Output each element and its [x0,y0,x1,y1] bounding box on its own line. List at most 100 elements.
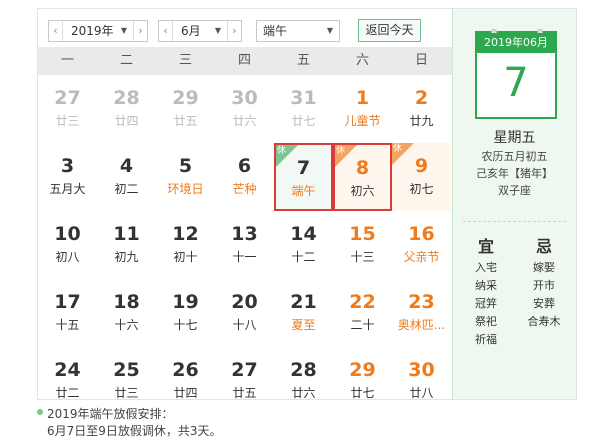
month-value[interactable]: 6月 ▼ [175,21,225,41]
day-lunar-label: 芒种 [232,182,257,196]
day-cell[interactable]: 16 父亲节 [392,211,451,279]
chevron-down-icon: ▼ [214,26,221,35]
weekday-label: 一 [60,53,74,68]
yi-item: 冠笄 [475,297,497,310]
day-number: 9 [414,155,429,177]
detail-lunar: 农历五月初五 [481,150,548,163]
day-cell[interactable]: 13 十一 [215,211,274,279]
day-cell[interactable]: 23 奥林匹... [392,279,451,347]
day-cell[interactable]: 31 廿七 [274,75,333,143]
day-number: 20 [231,291,258,313]
day-lunar-label: 初六 [350,184,375,198]
next-year-icon[interactable]: › [133,21,147,41]
yi-item: 祈福 [475,333,497,346]
day-cell[interactable]: 29 廿七 [333,347,392,399]
day-cell[interactable]: 22 二十 [333,279,392,347]
day-number: 27 [54,87,81,109]
day-lunar-label: 廿九 [409,114,434,128]
festival-value: 端午 [263,24,288,38]
day-cell[interactable]: 30 廿八 [392,347,451,400]
day-cell[interactable]: 休 8 初六 [333,143,392,211]
month-select[interactable]: ‹ 6月 ▼ › [158,20,242,42]
day-cell[interactable]: 休 9 初七 [392,143,451,211]
day-cell[interactable]: 5 环境日 [156,143,215,211]
day-cell[interactable]: 25 廿三 [97,347,156,399]
day-cell[interactable]: 14 十二 [274,211,333,279]
detail-weekday: 星期五 [493,130,536,146]
day-cell[interactable]: 6 芒种 [215,143,274,211]
yi-item: 纳采 [475,279,497,292]
detail-zodiac: 双子座 [498,184,531,197]
day-cell[interactable]: 26 廿四 [156,347,215,400]
back-to-today-button[interactable]: 返回今天 [358,19,421,42]
day-cell[interactable]: 30 廿六 [215,75,274,143]
day-cell[interactable]: 28 廿六 [274,347,333,399]
day-lunar-label: 初二 [114,182,139,196]
day-number: 25 [113,359,140,381]
day-cell[interactable]: 19 十七 [156,279,215,347]
day-cell[interactable]: 11 初九 [97,211,156,279]
day-lunar-label: 廿四 [173,386,198,400]
day-lunar-label: 廿七 [291,114,316,128]
day-lunar-label: 廿六 [232,114,257,128]
holiday-note-detail: 6月7日至9日放假调休，共3天。 [47,424,222,438]
day-lunar-label: 奥林匹... [397,318,446,332]
day-cell[interactable]: 17 十五 [38,279,97,347]
day-lunar-label: 廿八 [409,386,434,400]
day-lunar-label: 初七 [409,182,434,196]
day-cell[interactable]: 27 廿三 [38,75,97,143]
prev-year-icon[interactable]: ‹ [49,21,63,41]
day-number: 7 [296,157,311,179]
day-number: 28 [113,87,140,109]
day-cell[interactable]: 4 初二 [97,143,156,211]
weekday-label: 六 [355,53,369,68]
day-cell[interactable]: 10 初八 [38,211,97,279]
year-value-text: 2019年 [71,24,114,38]
date-card: 2019年06月 7 [475,29,557,119]
day-number: 24 [54,359,81,381]
day-number: 14 [290,223,317,245]
day-cell[interactable]: 休 7 端午 [274,143,333,211]
next-month-icon[interactable]: › [227,21,241,41]
day-cell[interactable]: 15 十三 [333,211,392,279]
holiday-badge-label: 休 [393,144,403,154]
weekday-header: 一 二 三 四 五 六 日 [38,47,452,75]
year-value[interactable]: 2019年 ▼ [65,21,131,41]
festival-select[interactable]: 端午 ▼ [256,20,340,42]
day-lunar-label: 夏至 [291,318,316,332]
day-number: 5 [178,155,193,177]
day-cell[interactable]: 1 儿童节 [333,75,392,143]
day-cell[interactable]: 21 夏至 [274,279,333,347]
day-cell[interactable]: 3 五月大 [38,143,97,211]
day-number: 10 [54,223,81,245]
calendar-toolbar: ‹ 2019年 ▼ › ‹ 6月 ▼ › 端午 ▼ 返回今天 [38,9,452,47]
weekday-label: 二 [119,53,133,68]
day-number: 27 [231,359,258,381]
day-number: 17 [54,291,81,313]
prev-month-icon[interactable]: ‹ [159,21,173,41]
day-cell[interactable]: 24 廿二 [38,347,97,399]
day-number: 19 [172,291,199,313]
day-cell[interactable]: 18 十六 [97,279,156,347]
ji-item: 嫁娶 [533,261,555,274]
ji-title: 忌 [535,237,552,256]
day-number: 15 [349,223,376,245]
day-lunar-label: 十八 [232,318,257,332]
day-cell[interactable]: 29 廿五 [156,75,215,143]
day-cell[interactable]: 20 十八 [215,279,274,347]
divider [463,221,566,222]
year-select[interactable]: ‹ 2019年 ▼ › [48,20,148,42]
day-cell[interactable]: 27 廿五 [215,347,274,399]
day-cell[interactable]: 28 廿四 [97,75,156,143]
day-number: 1 [355,87,370,109]
day-number: 13 [231,223,258,245]
day-cell[interactable]: 2 廿九 [392,75,451,143]
day-number: 21 [290,291,317,313]
day-number: 3 [60,155,75,177]
day-cell[interactable]: 12 初十 [156,211,215,279]
weekday-label: 四 [237,53,251,68]
holiday-badge-label: 休 [336,146,346,156]
day-number: 30 [408,359,435,381]
day-lunar-label: 廿五 [173,114,198,128]
day-lunar-label: 廿四 [114,114,139,128]
